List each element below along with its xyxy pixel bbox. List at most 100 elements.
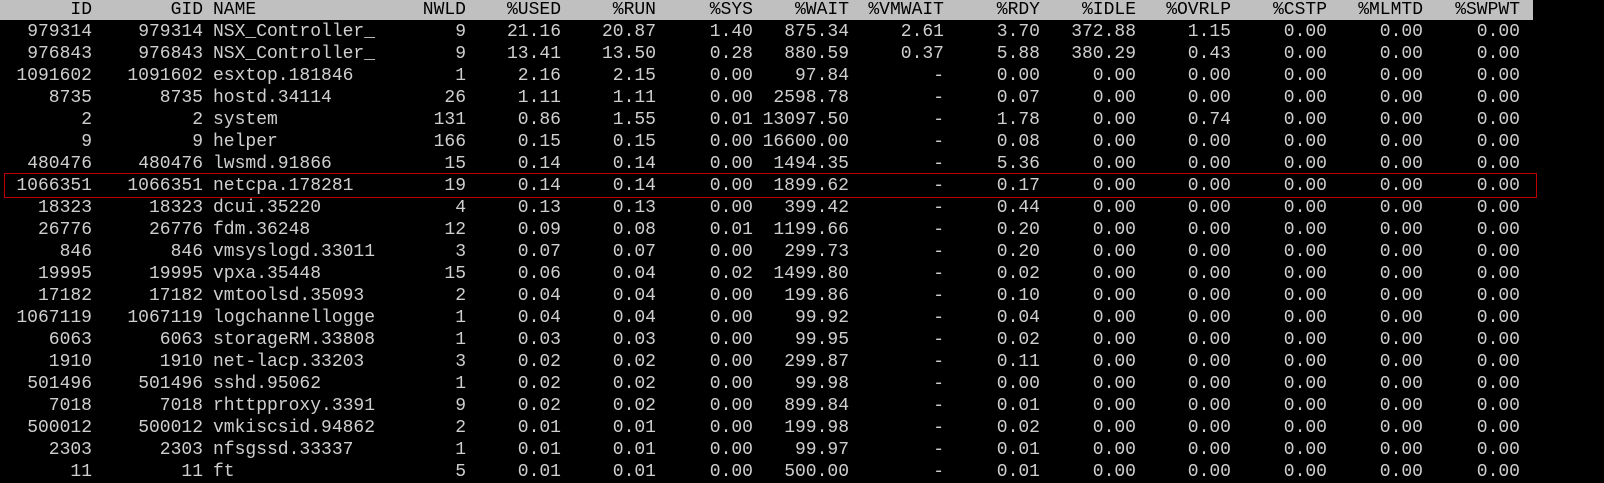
cell-idle: 0.00 [1092, 308, 1136, 328]
header-ovrlp: %OVRLP [1166, 0, 1231, 20]
cell-id: 2303 [48, 440, 92, 460]
cell-ovrlp: 0.00 [1187, 374, 1231, 394]
cell-nwld: 1 [455, 66, 466, 86]
cell-ovrlp: 0.00 [1187, 88, 1231, 108]
table-row: 500012 500012 vmkiscsid.94862 2 0.01 0.01 0.00… [0, 417, 1604, 439]
cell-ovrlp: 1.15 [1187, 22, 1231, 42]
cell-swpwt: 0.00 [1476, 44, 1520, 64]
cell-nwld: 4 [455, 198, 466, 218]
cell-ovrlp: 0.00 [1187, 242, 1231, 262]
cell-gid: 979314 [138, 22, 203, 42]
table-row: 11 11 ft 5 0.01 0.01 0.00 500.00 - 0.01 0.00 0.00 0.… [0, 461, 1604, 483]
cell-vmwait: - [933, 352, 944, 372]
cell-idle: 0.00 [1092, 352, 1136, 372]
cell-ovrlp: 0.00 [1187, 330, 1231, 350]
cell-nwld: 166 [433, 132, 466, 152]
cell-run: 0.02 [612, 352, 656, 372]
cell-idle: 0.00 [1092, 330, 1136, 350]
cell-run: 0.08 [612, 220, 656, 240]
header-run: %RUN [612, 0, 656, 20]
cell-id: 11 [70, 462, 92, 482]
cell-swpwt: 0.00 [1476, 308, 1520, 328]
header-rdy: %RDY [996, 0, 1040, 20]
cell-mlmtd: 0.00 [1379, 132, 1423, 152]
cell-ovrlp: 0.74 [1187, 110, 1231, 130]
cell-mlmtd: 0.00 [1379, 264, 1423, 284]
table-row: 8735 8735 hostd.34114 26 1.11 1.11 0.00 2598.78… [0, 87, 1604, 109]
cell-idle: 0.00 [1092, 418, 1136, 438]
cell-name: lwsmd.91866 [213, 154, 332, 174]
cell-nwld: 3 [455, 242, 466, 262]
cell-wait: 1199.66 [773, 220, 849, 240]
cell-mlmtd: 0.00 [1379, 374, 1423, 394]
cell-ovrlp: 0.00 [1187, 352, 1231, 372]
cell-mlmtd: 0.00 [1379, 418, 1423, 438]
header-idle: %IDLE [1081, 0, 1136, 20]
cell-gid: 501496 [138, 374, 203, 394]
cell-name: helper [213, 132, 278, 152]
header-swpwt: %SWPWT [1455, 0, 1520, 20]
cell-rdy: 0.11 [996, 352, 1040, 372]
cell-gid: 19995 [148, 264, 203, 284]
cell-wait: 99.95 [794, 330, 849, 350]
esxtop-terminal[interactable]: ID GID NAME NWLD %USED %RUN %SYS %WAIT %VMWAIT %R… [0, 0, 1604, 483]
cell-gid: 17182 [148, 286, 203, 306]
cell-gid: 11 [181, 462, 203, 482]
cell-wait: 299.87 [784, 352, 849, 372]
cell-run: 0.01 [612, 440, 656, 460]
cell-rdy: 0.02 [996, 418, 1040, 438]
cell-nwld: 9 [455, 396, 466, 416]
cell-mlmtd: 0.00 [1379, 154, 1423, 174]
cell-id: 1091602 [16, 66, 92, 86]
cell-wait: 97.84 [794, 66, 849, 86]
cell-vmwait: - [933, 132, 944, 152]
cell-wait: 2598.78 [773, 88, 849, 108]
cell-used: 0.09 [517, 220, 561, 240]
cell-swpwt: 0.00 [1476, 220, 1520, 240]
cell-vmwait: - [933, 396, 944, 416]
cell-used: 0.02 [517, 352, 561, 372]
cell-mlmtd: 0.00 [1379, 308, 1423, 328]
cell-run: 0.04 [612, 264, 656, 284]
cell-mlmtd: 0.00 [1379, 198, 1423, 218]
cell-gid: 26776 [148, 220, 203, 240]
cell-name: ft [213, 462, 235, 482]
cell-swpwt: 0.00 [1476, 264, 1520, 284]
cell-used: 0.13 [517, 198, 561, 218]
cell-nwld: 26 [444, 88, 466, 108]
cell-id: 480476 [27, 154, 92, 174]
cell-rdy: 0.01 [996, 462, 1040, 482]
cell-used: 0.07 [517, 242, 561, 262]
cell-nwld: 2 [455, 286, 466, 306]
cell-ovrlp: 0.00 [1187, 286, 1231, 306]
cell-id: 500012 [27, 418, 92, 438]
cell-name: sshd.95062 [213, 374, 322, 394]
cell-cstp: 0.00 [1283, 88, 1327, 108]
cell-rdy: 5.36 [996, 154, 1040, 174]
cell-rdy: 0.20 [996, 220, 1040, 240]
cell-cstp: 0.00 [1283, 110, 1327, 130]
cell-ovrlp: 0.00 [1187, 198, 1231, 218]
cell-swpwt: 0.00 [1476, 88, 1520, 108]
cell-vmwait: 0.37 [900, 44, 944, 64]
cell-cstp: 0.00 [1283, 44, 1327, 64]
cell-vmwait: - [933, 242, 944, 262]
cell-used: 0.14 [517, 154, 561, 174]
cell-swpwt: 0.00 [1476, 374, 1520, 394]
cell-run: 20.87 [601, 22, 656, 42]
cell-vmwait: - [933, 110, 944, 130]
cell-used: 21.16 [506, 22, 561, 42]
header-wait: %WAIT [794, 0, 849, 20]
cell-gid: 500012 [138, 418, 203, 438]
cell-vmwait: - [933, 330, 944, 350]
cell-run: 0.02 [612, 374, 656, 394]
cell-name: fdm.36248 [213, 220, 311, 240]
cell-nwld: 5 [455, 462, 466, 482]
cell-swpwt: 0.00 [1476, 132, 1520, 152]
cell-gid: 2 [192, 110, 203, 130]
cell-gid: 2303 [159, 440, 203, 460]
cell-gid: 8735 [159, 88, 203, 108]
cell-used: 0.02 [517, 396, 561, 416]
cell-name: esxtop.181846 [213, 66, 354, 86]
cell-id: 17182 [37, 286, 92, 306]
